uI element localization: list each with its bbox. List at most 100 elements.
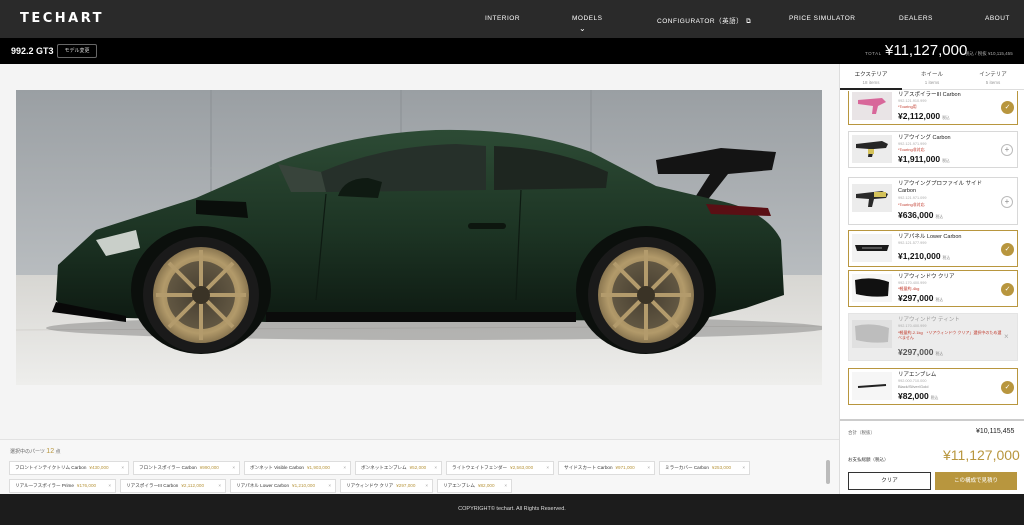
option-thumbnail [852,274,892,302]
close-icon[interactable]: × [742,462,745,474]
tax-label: 税込 [942,116,950,120]
chips-scrollbar[interactable] [826,460,830,484]
chip-price: ¥971,000 [615,465,635,470]
chip-name: リアパネル Lower Carbon [236,483,290,488]
chip-name: リアエンブレム [443,483,475,488]
option-code: 992.000.710.000 [898,379,927,383]
close-icon[interactable]: × [425,480,428,492]
external-link-icon: ⧉ [746,18,752,25]
option-card[interactable]: リアパネル Lower Carbon 992.121.577.999 ¥1,21… [848,230,1018,267]
option-note: *軽量約-2.1kg *リアウィンドウ クリア」選択中のため選べません [898,330,1002,340]
chip-price: ¥176,000 [76,483,97,488]
model-name: 992.2 GT3 [11,46,54,56]
check-icon[interactable]: ✓ [1001,101,1014,114]
part-chip[interactable]: リアスポイラーIII Carbon ¥2,112,000 × [120,479,226,493]
plus-icon[interactable]: + [1001,144,1013,156]
option-price-value: ¥297,000 [898,293,934,303]
option-note: *Touring非対応 [898,202,925,207]
option-card[interactable]: リアウイング Carbon 992.121.971.999 *Touring非対… [848,131,1018,168]
tab-count: 5 items [985,80,1001,85]
option-card[interactable]: リアウィンドウ クリア 992.170.400.999 *軽量約-4kg ¥29… [848,270,1018,307]
close-icon[interactable]: × [647,462,650,474]
part-chip[interactable]: ボンネット Visible Carbon ¥1,903,000 × [244,461,351,475]
selected-parts-area: 選択中のパーツ 12 点 フロントインテイクトリム Carbon ¥430,000… [0,439,839,494]
option-code: 992.121.910.999 [898,99,927,103]
close-icon[interactable]: × [504,480,507,492]
nav-price-simulator[interactable]: PRICE SIMULATOR [789,15,856,22]
option-thumbnail [852,92,892,120]
total-label: TOTAL [865,51,882,56]
check-icon[interactable]: ✓ [1001,283,1014,296]
chip-price: ¥430,000 [89,465,109,470]
chip-price: ¥2,563,000 [510,465,534,470]
part-chip[interactable]: ライトウェイトフェンダー ¥2,563,000 × [446,461,554,475]
option-name: リアウィンドウ ティント [898,317,960,323]
part-chip[interactable]: サイドスカート Carbon ¥971,000 × [558,461,655,475]
chip-name: ボンネットエンブレム [361,465,407,470]
part-chip[interactable]: フロントスポイラー Carbon ¥990,000 × [133,461,240,475]
check-icon[interactable]: ✓ [1001,243,1014,256]
chip-name: フロントインテイクトリム Carbon [15,465,87,470]
nav-models[interactable]: MODELS [572,15,602,22]
plus-icon[interactable]: + [1001,196,1013,208]
footer: COPYRIGHT© techart. All Rights Reserved. [0,494,1024,525]
change-model-button[interactable]: モデル変更 [57,44,97,58]
tab-wheel[interactable]: ホイール 1 items [902,70,962,85]
chevron-down-icon[interactable]: ⌄ [579,24,586,33]
option-name: リアパネル Lower Carbon [898,234,962,240]
category-tabs: エクステリア 18 items ホイール 1 items インテリア 5 items [840,64,1024,90]
chip-price: ¥52,000 [409,465,427,470]
subtotal-label: 合計（税抜） [848,430,875,435]
option-thumbnail [852,372,892,400]
option-price: ¥1,210,000 税込 [898,251,950,261]
chip-name: リアウィンドウ クリア [346,483,394,488]
check-icon[interactable]: ✓ [1001,381,1014,394]
chip-price: ¥1,210,000 [292,483,316,488]
total-value: ¥11,127,000 [885,42,968,59]
option-price: ¥297,000 税込 [898,347,943,357]
option-card[interactable]: リアスポイラーIII Carbon 992.121.910.999 *Touri… [848,91,1018,125]
option-price-value: ¥82,000 [898,391,929,401]
techart-logo[interactable]: TECHART [20,11,104,26]
nav-interior[interactable]: INTERIOR [485,15,520,22]
part-chip[interactable]: ボンネットエンブレム ¥52,000 × [355,461,442,475]
nav-about[interactable]: ABOUT [985,15,1010,22]
option-name: リアウイング Carbon [898,135,951,141]
tab-interior[interactable]: インテリア 5 items [963,70,1023,85]
close-icon[interactable]: × [343,462,346,474]
quote-button[interactable]: この構成で見積り [935,472,1017,490]
part-chip[interactable]: リアパネル Lower Carbon ¥1,210,000 × [230,479,336,493]
selected-parts-number: 12 [46,448,55,455]
close-icon[interactable]: × [546,462,549,474]
part-chip[interactable]: リアルーフスポイラー Prime ¥176,000 × [9,479,116,493]
chip-name: リアスポイラーIII Carbon [126,483,179,488]
option-price: ¥1,911,000 税込 [898,154,950,164]
part-chip[interactable]: リアエンブレム ¥82,000 × [437,479,512,493]
chip-price: ¥2,112,000 [181,483,204,488]
close-icon[interactable]: × [328,480,331,492]
close-icon[interactable]: × [218,480,221,492]
tab-exterior[interactable]: エクステリア 18 items [841,70,901,85]
option-name: リアスポイラーIII Carbon [898,92,961,98]
part-chip[interactable]: ミラーカバー Carbon ¥253,000 × [659,461,750,475]
close-icon[interactable]: × [434,462,437,474]
app-root: TECHART INTERIOR MODELS ⌄ CONFIGURATOR（英… [0,0,1024,525]
option-code: 992.121.971.999 [898,142,927,146]
part-chip[interactable]: リアウィンドウ クリア ¥297,000 × [340,479,433,493]
close-icon[interactable]: × [121,462,124,474]
option-thumbnail [852,234,892,262]
option-card[interactable]: リアエンブレム 992.000.710.000 Black/Silver/Gol… [848,368,1018,405]
close-icon[interactable]: × [108,480,111,492]
close-icon[interactable]: × [232,462,235,474]
option-price: ¥82,000 税込 [898,391,938,401]
option-code: 992.121.577.999 [898,241,927,245]
nav-configurator[interactable]: CONFIGURATOR（英語） ⧉ [657,15,751,26]
option-price: ¥2,112,000 税込 [898,111,950,121]
nav-dealers[interactable]: DEALERS [899,15,933,22]
option-name: リアウィンドウ クリア [898,274,955,280]
option-card[interactable]: リアウイングプロファイル サイド Carbon 992.121.971.099 … [848,177,1018,225]
clear-button[interactable]: クリア [848,472,931,490]
chip-price: ¥1,903,000 [306,465,330,470]
part-chip[interactable]: フロントインテイクトリム Carbon ¥430,000 × [9,461,129,475]
tab-label: インテリア [979,72,1007,78]
